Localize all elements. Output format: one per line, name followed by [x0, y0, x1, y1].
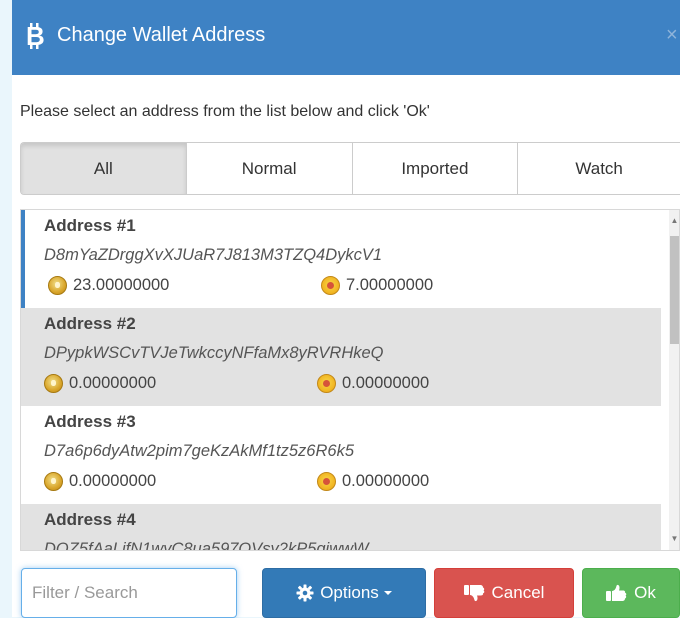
balance-secondary-value: 7.00000000 — [346, 275, 434, 294]
token-coin-icon — [317, 373, 336, 393]
address-item-2[interactable]: Address #2 DPypkWSCvTVJeTwkccyNFfaMx8yRV… — [21, 308, 661, 406]
svg-text:B: B — [26, 22, 45, 50]
thumbs-up-icon — [606, 584, 627, 601]
ok-label: Ok — [634, 583, 656, 602]
address-string: D7a6p6dyAtw2pim7geKzAkMf1tz5z6R6k5 — [44, 442, 354, 460]
balance-secondary: 0.00000000 — [317, 371, 429, 395]
address-string: DPypkWSCvTVJeTwkccyNFfaMx8yRVRHkeQ — [44, 344, 384, 362]
token-coin-icon — [317, 471, 336, 491]
tab-imported[interactable]: Imported — [352, 143, 519, 194]
balance-primary-value: 23.00000000 — [73, 275, 170, 294]
address-string: DQZ5fAaLifN1wyC8ua597QVsy2kP5giwwW — [44, 540, 369, 551]
address-filter-tabs: All Normal Imported Watch — [20, 142, 680, 195]
gear-icon — [296, 584, 314, 602]
instruction-text: Please select an address from the list b… — [20, 103, 430, 120]
address-name: Address #1 — [44, 216, 136, 235]
chevron-down-icon — [383, 591, 392, 595]
balance-secondary-value: 0.00000000 — [342, 373, 430, 392]
scroll-up-icon[interactable]: ▲ — [669, 214, 679, 228]
address-item-1[interactable]: Address #1 D8mYaZDrggXvXJUaR7J813M3TZQ4D… — [21, 210, 661, 308]
balance-secondary: 7.00000000 — [321, 273, 433, 297]
ok-button[interactable]: Ok — [582, 568, 680, 618]
scrollbar-thumb[interactable] — [670, 236, 679, 344]
address-name: Address #2 — [44, 314, 136, 333]
token-coin-icon — [321, 275, 340, 295]
address-name: Address #4 — [44, 510, 136, 529]
dialog-header: B Change Wallet Address × — [12, 0, 680, 75]
address-item-4[interactable]: Address #4 DQZ5fAaLifN1wyC8ua597QVsy2kP5… — [21, 504, 661, 551]
balance-primary-value: 0.00000000 — [69, 471, 157, 490]
address-string: D8mYaZDrggXvXJUaR7J813M3TZQ4DykcV1 — [44, 246, 383, 264]
balance-primary: 0.00000000 — [44, 371, 156, 395]
tab-watch[interactable]: Watch — [518, 143, 680, 194]
cancel-button[interactable]: Cancel — [434, 568, 574, 618]
thumbs-down-icon — [463, 585, 484, 602]
balance-secondary: 0.00000000 — [317, 469, 429, 493]
options-button[interactable]: Options — [262, 568, 426, 618]
change-wallet-dialog: B Change Wallet Address × Please select … — [12, 0, 680, 618]
options-label: Options — [320, 583, 379, 602]
close-icon[interactable]: × — [666, 22, 678, 48]
address-name: Address #3 — [44, 412, 136, 431]
filter-search-input[interactable] — [21, 568, 237, 618]
balance-primary: 0.00000000 — [44, 469, 156, 493]
dogecoin-icon — [44, 373, 63, 393]
dogecoin-icon — [44, 471, 63, 491]
tab-normal[interactable]: Normal — [186, 143, 353, 194]
balance-secondary-value: 0.00000000 — [342, 471, 430, 490]
tab-all[interactable]: All — [21, 143, 187, 194]
cancel-label: Cancel — [491, 583, 545, 602]
bitcoin-icon: B — [26, 22, 45, 50]
balance-primary: 23.00000000 — [48, 273, 169, 297]
balance-primary-value: 0.00000000 — [69, 373, 157, 392]
scroll-down-icon[interactable]: ▼ — [669, 532, 679, 546]
address-item-3[interactable]: Address #3 D7a6p6dyAtw2pim7geKzAkMf1tz5z… — [21, 406, 661, 504]
dogecoin-icon — [48, 275, 67, 295]
list-scrollbar[interactable]: ▲ ▼ — [669, 210, 679, 550]
address-list: Address #1 D8mYaZDrggXvXJUaR7J813M3TZQ4D… — [20, 209, 680, 551]
dialog-title: Change Wallet Address — [57, 24, 266, 46]
